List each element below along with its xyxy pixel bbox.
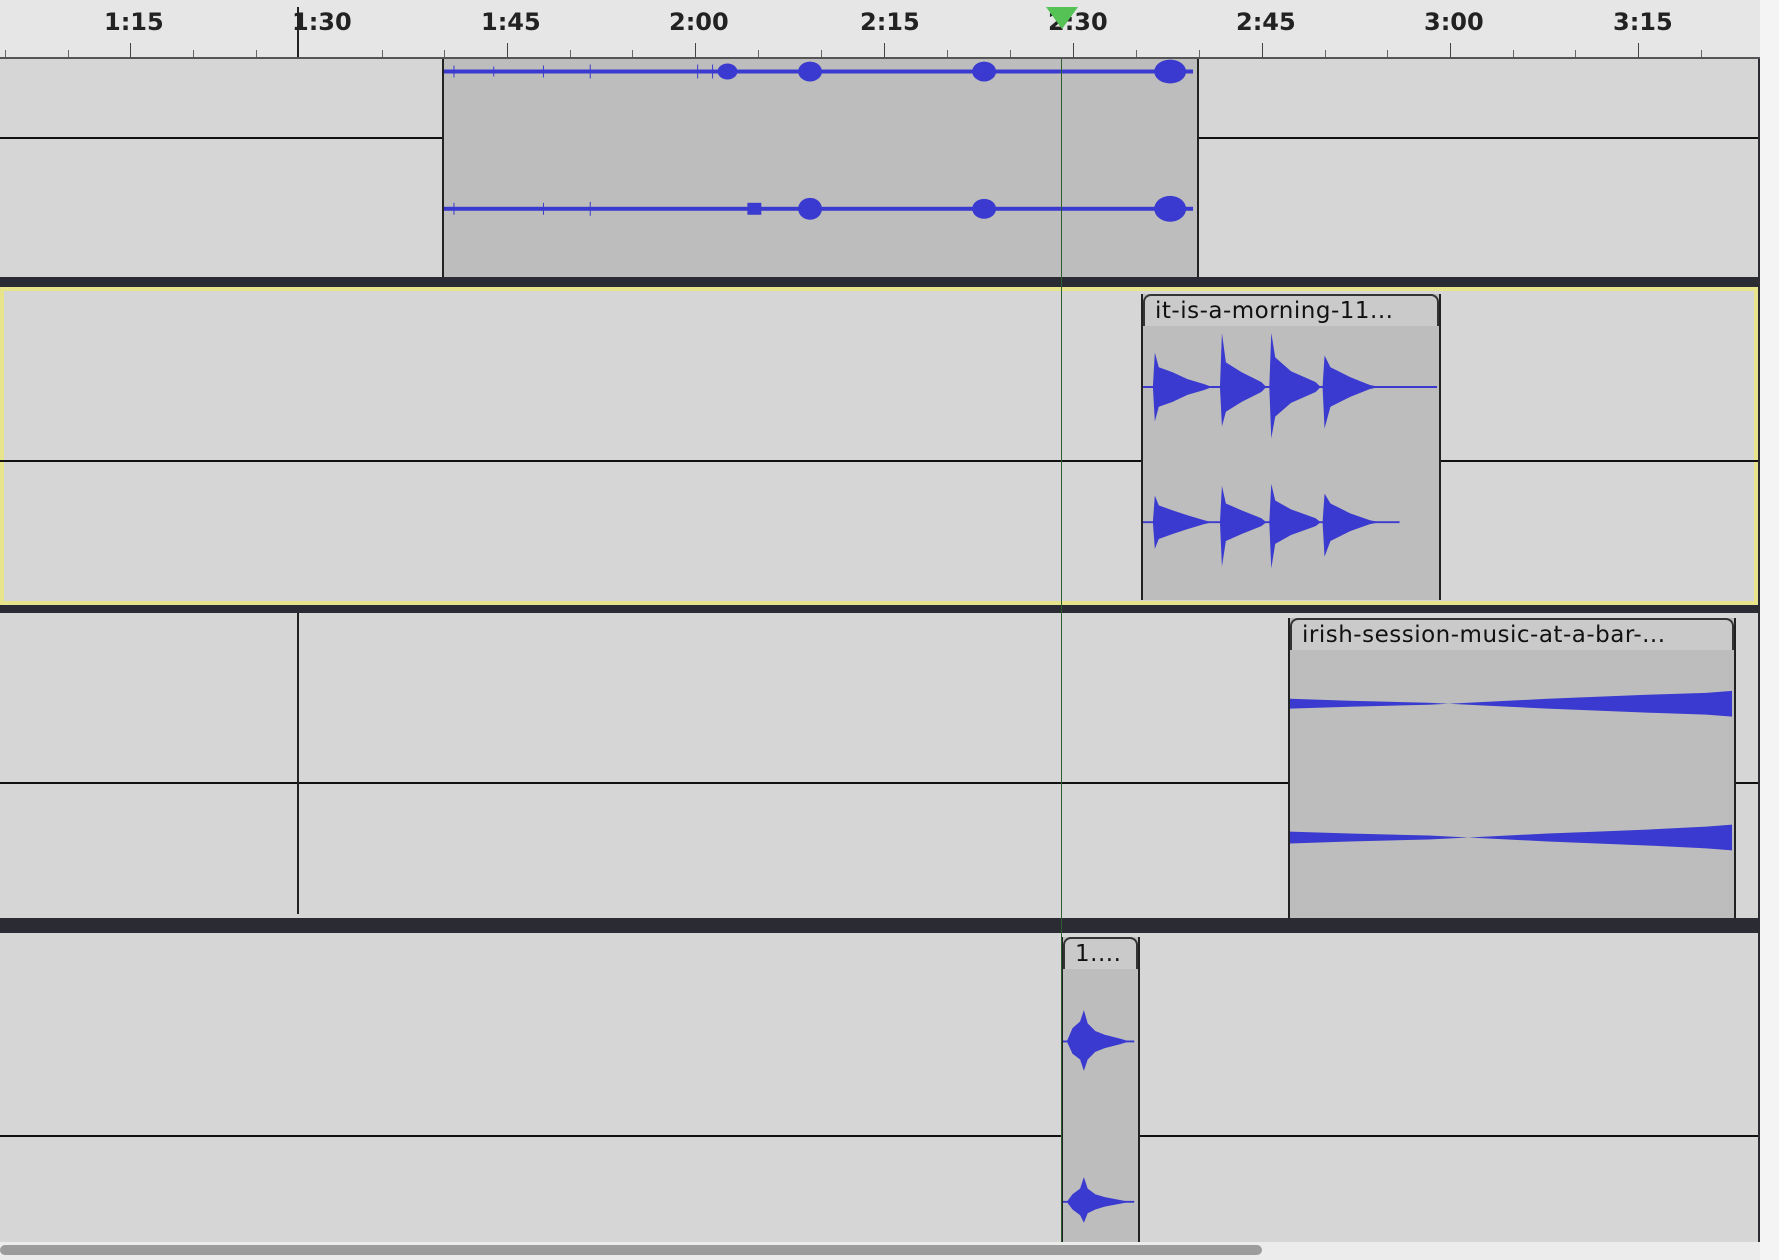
tick-label: 2:45 <box>1236 8 1296 36</box>
tick-label: 1:45 <box>481 8 541 36</box>
audio-track[interactable] <box>0 59 1758 277</box>
ruler-tick <box>193 50 194 57</box>
ruler-tick <box>1387 50 1388 57</box>
audio-clip[interactable]: irish-session-music-at-a-bar-... <box>1288 618 1736 918</box>
ruler-tick <box>1513 50 1514 57</box>
audio-track-selected[interactable]: it-is-a-morning-11... <box>0 287 1758 605</box>
ruler-tick <box>256 50 257 57</box>
waveform <box>1063 1010 1135 1223</box>
ruler-tick <box>1010 50 1011 57</box>
tracks-area[interactable]: it-is-a-morning-11... irish-session-musi… <box>0 59 1760 1242</box>
audio-track[interactable]: 1.... <box>0 933 1758 1242</box>
ruler-tick <box>632 50 633 57</box>
clip-label[interactable]: it-is-a-morning-11... <box>1143 294 1439 326</box>
channel-divider <box>0 1135 1758 1137</box>
channel-divider <box>0 460 1758 462</box>
ruler-tick <box>68 50 69 57</box>
split-line <box>297 613 299 914</box>
ruler-tick <box>1199 50 1200 57</box>
waveform <box>1290 690 1733 851</box>
tick-label: 1:30 <box>292 8 352 36</box>
playhead-marker[interactable] <box>1046 7 1078 29</box>
ruler-tick <box>1073 43 1074 57</box>
tick-label: 1:15 <box>104 8 164 36</box>
ruler-tick <box>1136 50 1137 57</box>
window-edge <box>1760 0 1779 1260</box>
tick-label: 3:15 <box>1613 8 1673 36</box>
audio-clip[interactable]: it-is-a-morning-11... <box>1141 294 1441 600</box>
clip-label[interactable]: irish-session-music-at-a-bar-... <box>1290 618 1734 650</box>
waveform <box>1143 332 1438 569</box>
waveform <box>444 59 1194 222</box>
ruler-tick <box>1638 43 1639 57</box>
ruler-tick <box>947 50 948 57</box>
ruler-tick <box>884 43 885 57</box>
ruler-tick <box>821 50 822 57</box>
tick-label: 2:00 <box>669 8 729 36</box>
ruler-tick <box>570 50 571 57</box>
playhead-line <box>1061 59 1062 1242</box>
tick-label: 3:00 <box>1424 8 1484 36</box>
horizontal-scrollbar-thumb[interactable] <box>0 1245 1262 1255</box>
timeline-ruler[interactable]: 1:15 1:30 1:45 2:00 2:15 2:30 2:45 3:00 … <box>0 0 1760 59</box>
ruler-tick <box>1575 50 1576 57</box>
ruler-tick <box>444 50 445 57</box>
ruler-tick <box>382 50 383 57</box>
ruler-tick <box>758 50 759 57</box>
audio-track[interactable]: irish-session-music-at-a-bar-... <box>0 613 1758 918</box>
ruler-tick <box>695 43 696 57</box>
ruler-tick <box>1325 50 1326 57</box>
audio-clip[interactable]: 1.... <box>1061 937 1140 1242</box>
ruler-tick <box>1450 43 1451 57</box>
tick-label: 2:15 <box>860 8 920 36</box>
ruler-tick <box>1262 43 1263 57</box>
clip-label[interactable]: 1.... <box>1063 937 1138 969</box>
ruler-tick <box>297 7 299 57</box>
ruler-tick <box>5 50 6 57</box>
ruler-tick <box>1701 50 1702 57</box>
ruler-tick <box>507 43 508 57</box>
ruler-tick <box>130 43 131 57</box>
audio-clip[interactable] <box>442 59 1199 277</box>
